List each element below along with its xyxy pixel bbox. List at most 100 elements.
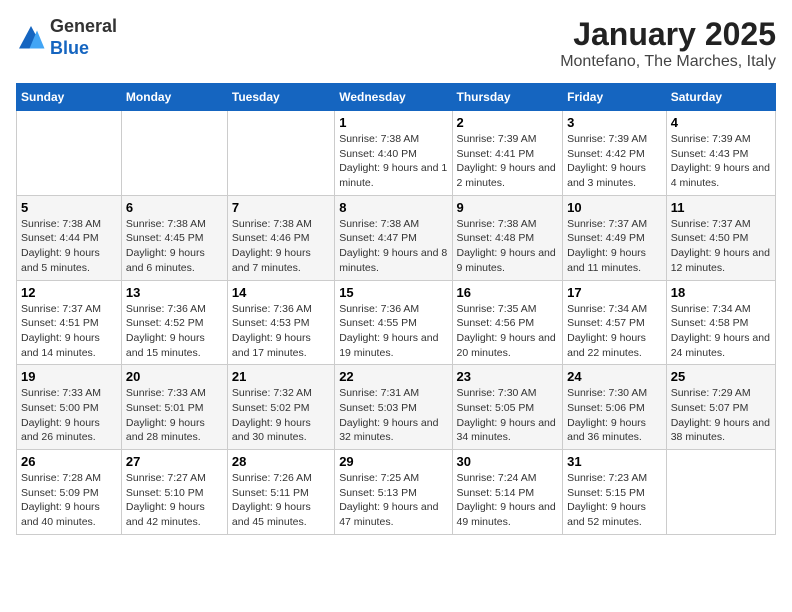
day-info: Sunrise: 7:32 AM Sunset: 5:02 PM Dayligh… — [232, 386, 330, 445]
day-number: 13 — [126, 285, 223, 300]
day-info: Sunrise: 7:34 AM Sunset: 4:57 PM Dayligh… — [567, 302, 662, 361]
day-number: 14 — [232, 285, 330, 300]
day-header-tuesday: Tuesday — [227, 84, 334, 111]
day-header-sunday: Sunday — [17, 84, 122, 111]
day-info: Sunrise: 7:39 AM Sunset: 4:41 PM Dayligh… — [457, 132, 559, 191]
calendar-cell: 18 Sunrise: 7:34 AM Sunset: 4:58 PM Dayli… — [666, 280, 775, 365]
day-info: Sunrise: 7:31 AM Sunset: 5:03 PM Dayligh… — [339, 386, 447, 445]
calendar-cell: 25 Sunrise: 7:29 AM Sunset: 5:07 PM Dayli… — [666, 365, 775, 450]
calendar-cell: 23 Sunrise: 7:30 AM Sunset: 5:05 PM Dayli… — [452, 365, 563, 450]
day-header-thursday: Thursday — [452, 84, 563, 111]
calendar-title: January 2025 — [560, 16, 776, 53]
calendar-subtitle: Montefano, The Marches, Italy — [560, 53, 776, 71]
day-info: Sunrise: 7:27 AM Sunset: 5:10 PM Dayligh… — [126, 471, 223, 530]
day-info: Sunrise: 7:36 AM Sunset: 4:52 PM Dayligh… — [126, 302, 223, 361]
day-number: 3 — [567, 115, 662, 130]
day-number: 8 — [339, 200, 447, 215]
day-info: Sunrise: 7:25 AM Sunset: 5:13 PM Dayligh… — [339, 471, 447, 530]
calendar-cell: 1Sunrise: 7:38 AM Sunset: 4:40 PM Daylig… — [335, 111, 452, 196]
day-number: 1 — [339, 115, 447, 130]
day-number: 10 — [567, 200, 662, 215]
day-number: 21 — [232, 369, 330, 384]
calendar-cell: 31Sunrise: 7:23 AM Sunset: 5:15 PM Dayli… — [563, 450, 667, 535]
day-number: 25 — [671, 369, 771, 384]
calendar-cell: 8 Sunrise: 7:38 AM Sunset: 4:47 PM Daylig… — [335, 195, 452, 280]
calendar-cell: 5Sunrise: 7:38 AM Sunset: 4:44 PM Daylig… — [17, 195, 122, 280]
calendar-cell: 14 Sunrise: 7:36 AM Sunset: 4:53 PM Dayli… — [227, 280, 334, 365]
day-info: Sunrise: 7:39 AM Sunset: 4:43 PM Dayligh… — [671, 132, 771, 191]
calendar-cell: 30 Sunrise: 7:24 AM Sunset: 5:14 PM Dayli… — [452, 450, 563, 535]
day-info: Sunrise: 7:38 AM Sunset: 4:45 PM Dayligh… — [126, 217, 223, 276]
day-number: 16 — [457, 285, 559, 300]
day-info: Sunrise: 7:38 AM Sunset: 4:46 PM Dayligh… — [232, 217, 330, 276]
day-number: 23 — [457, 369, 559, 384]
day-number: 17 — [567, 285, 662, 300]
day-info: Sunrise: 7:38 AM Sunset: 4:48 PM Dayligh… — [457, 217, 559, 276]
day-info: Sunrise: 7:37 AM Sunset: 4:51 PM Dayligh… — [21, 302, 117, 361]
calendar-cell: 11 Sunrise: 7:37 AM Sunset: 4:50 PM Dayli… — [666, 195, 775, 280]
day-info: Sunrise: 7:28 AM Sunset: 5:09 PM Dayligh… — [21, 471, 117, 530]
week-row-4: 19 Sunrise: 7:33 AM Sunset: 5:00 PM Dayli… — [17, 365, 776, 450]
week-row-5: 26Sunrise: 7:28 AM Sunset: 5:09 PM Dayli… — [17, 450, 776, 535]
calendar-body: 1Sunrise: 7:38 AM Sunset: 4:40 PM Daylig… — [17, 111, 776, 535]
logo-text: General Blue — [50, 16, 117, 59]
calendar-cell: 6 Sunrise: 7:38 AM Sunset: 4:45 PM Daylig… — [121, 195, 227, 280]
days-header-row: SundayMondayTuesdayWednesdayThursdayFrid… — [17, 84, 776, 111]
day-info: Sunrise: 7:30 AM Sunset: 5:06 PM Dayligh… — [567, 386, 662, 445]
day-number: 22 — [339, 369, 447, 384]
day-info: Sunrise: 7:35 AM Sunset: 4:56 PM Dayligh… — [457, 302, 559, 361]
calendar-cell: 9Sunrise: 7:38 AM Sunset: 4:48 PM Daylig… — [452, 195, 563, 280]
day-info: Sunrise: 7:26 AM Sunset: 5:11 PM Dayligh… — [232, 471, 330, 530]
calendar-cell — [666, 450, 775, 535]
day-header-friday: Friday — [563, 84, 667, 111]
day-number: 18 — [671, 285, 771, 300]
day-info: Sunrise: 7:37 AM Sunset: 4:50 PM Dayligh… — [671, 217, 771, 276]
calendar-cell: 17 Sunrise: 7:34 AM Sunset: 4:57 PM Dayli… — [563, 280, 667, 365]
calendar-cell: 22 Sunrise: 7:31 AM Sunset: 5:03 PM Dayli… — [335, 365, 452, 450]
day-number: 15 — [339, 285, 447, 300]
day-header-saturday: Saturday — [666, 84, 775, 111]
day-number: 29 — [339, 454, 447, 469]
calendar-cell: 26Sunrise: 7:28 AM Sunset: 5:09 PM Dayli… — [17, 450, 122, 535]
day-number: 19 — [21, 369, 117, 384]
calendar-cell — [121, 111, 227, 196]
week-row-3: 12Sunrise: 7:37 AM Sunset: 4:51 PM Dayli… — [17, 280, 776, 365]
day-info: Sunrise: 7:36 AM Sunset: 4:53 PM Dayligh… — [232, 302, 330, 361]
logo: General Blue — [16, 16, 117, 59]
title-block: January 2025 Montefano, The Marches, Ita… — [560, 16, 776, 71]
logo-general: General — [50, 16, 117, 36]
day-info: Sunrise: 7:37 AM Sunset: 4:49 PM Dayligh… — [567, 217, 662, 276]
calendar-cell: 27Sunrise: 7:27 AM Sunset: 5:10 PM Dayli… — [121, 450, 227, 535]
calendar-table: SundayMondayTuesdayWednesdayThursdayFrid… — [16, 83, 776, 535]
day-info: Sunrise: 7:34 AM Sunset: 4:58 PM Dayligh… — [671, 302, 771, 361]
day-number: 6 — [126, 200, 223, 215]
calendar-cell: 16 Sunrise: 7:35 AM Sunset: 4:56 PM Dayli… — [452, 280, 563, 365]
calendar-cell: 12Sunrise: 7:37 AM Sunset: 4:51 PM Dayli… — [17, 280, 122, 365]
day-info: Sunrise: 7:36 AM Sunset: 4:55 PM Dayligh… — [339, 302, 447, 361]
day-info: Sunrise: 7:33 AM Sunset: 5:00 PM Dayligh… — [21, 386, 117, 445]
logo-blue: Blue — [50, 38, 89, 58]
day-info: Sunrise: 7:38 AM Sunset: 4:44 PM Dayligh… — [21, 217, 117, 276]
day-info: Sunrise: 7:29 AM Sunset: 5:07 PM Dayligh… — [671, 386, 771, 445]
calendar-cell: 24 Sunrise: 7:30 AM Sunset: 5:06 PM Dayli… — [563, 365, 667, 450]
day-info: Sunrise: 7:39 AM Sunset: 4:42 PM Dayligh… — [567, 132, 662, 191]
day-number: 11 — [671, 200, 771, 215]
day-number: 7 — [232, 200, 330, 215]
day-number: 30 — [457, 454, 559, 469]
calendar-cell: 29 Sunrise: 7:25 AM Sunset: 5:13 PM Dayli… — [335, 450, 452, 535]
day-info: Sunrise: 7:24 AM Sunset: 5:14 PM Dayligh… — [457, 471, 559, 530]
day-info: Sunrise: 7:23 AM Sunset: 5:15 PM Dayligh… — [567, 471, 662, 530]
day-number: 4 — [671, 115, 771, 130]
week-row-1: 1Sunrise: 7:38 AM Sunset: 4:40 PM Daylig… — [17, 111, 776, 196]
day-number: 20 — [126, 369, 223, 384]
calendar-cell — [17, 111, 122, 196]
calendar-cell — [227, 111, 334, 196]
calendar-cell: 2Sunrise: 7:39 AM Sunset: 4:41 PM Daylig… — [452, 111, 563, 196]
calendar-cell: 7 Sunrise: 7:38 AM Sunset: 4:46 PM Daylig… — [227, 195, 334, 280]
day-number: 24 — [567, 369, 662, 384]
calendar-cell: 20 Sunrise: 7:33 AM Sunset: 5:01 PM Dayli… — [121, 365, 227, 450]
day-info: Sunrise: 7:30 AM Sunset: 5:05 PM Dayligh… — [457, 386, 559, 445]
calendar-cell: 28Sunrise: 7:26 AM Sunset: 5:11 PM Dayli… — [227, 450, 334, 535]
day-info: Sunrise: 7:38 AM Sunset: 4:47 PM Dayligh… — [339, 217, 447, 276]
day-info: Sunrise: 7:33 AM Sunset: 5:01 PM Dayligh… — [126, 386, 223, 445]
